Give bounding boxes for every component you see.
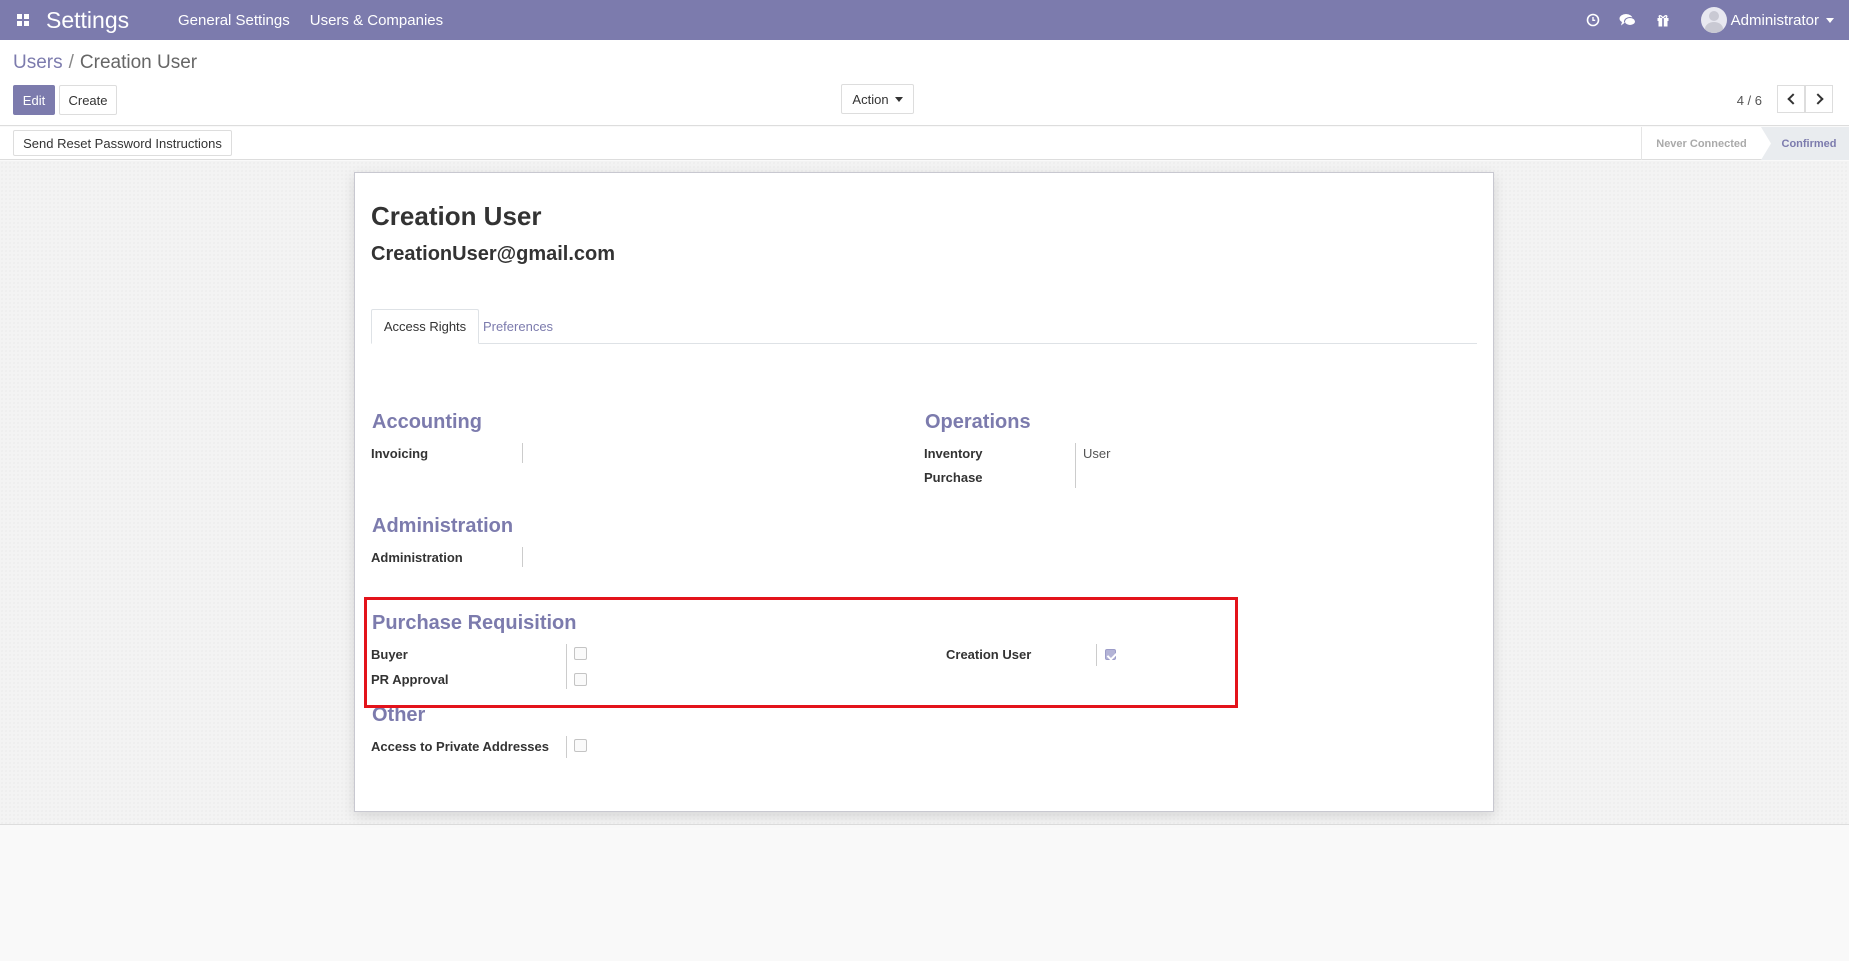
- group-title-administration: Administration: [372, 515, 514, 537]
- chevron-right-icon: [1811, 93, 1824, 105]
- form-sheet: Creation User CreationUser@gmail.com Acc…: [354, 172, 1494, 812]
- field-label-purchase: Purchase: [924, 470, 983, 485]
- edit-button[interactable]: Edit: [13, 85, 55, 115]
- stage-never-connected: Never Connected: [1641, 127, 1761, 160]
- breadcrumb-users-link[interactable]: Users: [13, 52, 63, 73]
- control-panel: Users / Creation User Edit Create Action 4…: [0, 40, 1849, 126]
- pager-value[interactable]: 4 / 6: [1737, 93, 1762, 108]
- user-menu[interactable]: Administrator: [1700, 7, 1834, 33]
- pager-next-button[interactable]: [1805, 85, 1833, 113]
- field-separator: [522, 547, 523, 567]
- field-label-administration: Administration: [371, 550, 463, 565]
- gift-icon[interactable]: [1654, 11, 1672, 29]
- group-title-operations: Operations: [925, 411, 1031, 433]
- access-private-addresses-checkbox[interactable]: [574, 739, 587, 752]
- top-navbar: Settings General Settings Users & Compan…: [0, 0, 1849, 40]
- record-email: CreationUser@gmail.com: [371, 243, 616, 265]
- apps-icon[interactable]: [0, 0, 46, 40]
- chat-icon[interactable]: [1619, 11, 1637, 29]
- field-separator: [566, 736, 567, 758]
- stage-confirmed: Confirmed: [1761, 127, 1849, 160]
- app-title[interactable]: Settings: [46, 7, 178, 34]
- field-label-access-private-addresses: Access to Private Addresses: [371, 739, 550, 754]
- group-title-accounting: Accounting: [372, 411, 482, 433]
- breadcrumb: Users / Creation User: [13, 52, 197, 74]
- notebook-tabs: Access Rights Preferences: [371, 309, 1477, 344]
- clock-icon[interactable]: [1584, 11, 1602, 29]
- action-dropdown[interactable]: Action: [841, 84, 914, 114]
- user-name: Administrator: [1730, 11, 1819, 29]
- field-separator: [522, 443, 523, 463]
- tab-access-rights[interactable]: Access Rights: [371, 309, 479, 344]
- menu-general-settings[interactable]: General Settings: [178, 12, 290, 29]
- field-label-invoicing: Invoicing: [371, 446, 429, 461]
- breadcrumb-current: Creation User: [79, 52, 198, 73]
- create-button[interactable]: Create: [59, 85, 117, 115]
- menu-users-companies[interactable]: Users & Companies: [310, 12, 443, 29]
- pager-previous-button[interactable]: [1777, 85, 1805, 113]
- form-statusbar: Send Reset Password Instructions Never C…: [0, 127, 1849, 160]
- send-reset-password-button[interactable]: Send Reset Password Instructions: [13, 130, 232, 156]
- field-separator: [1075, 443, 1076, 488]
- tab-preferences[interactable]: Preferences: [479, 309, 557, 344]
- field-value-inventory[interactable]: User: [1083, 446, 1110, 461]
- action-label: Action: [852, 91, 889, 107]
- breadcrumb-separator: /: [68, 52, 74, 73]
- highlight-annotation-box: [364, 597, 1238, 708]
- field-label-inventory: Inventory: [924, 446, 983, 461]
- record-name: Creation User: [371, 201, 542, 231]
- avatar: [1700, 7, 1727, 33]
- chevron-left-icon: [1786, 93, 1799, 105]
- caret-down-icon: [894, 96, 903, 102]
- caret-down-icon: [1826, 17, 1834, 23]
